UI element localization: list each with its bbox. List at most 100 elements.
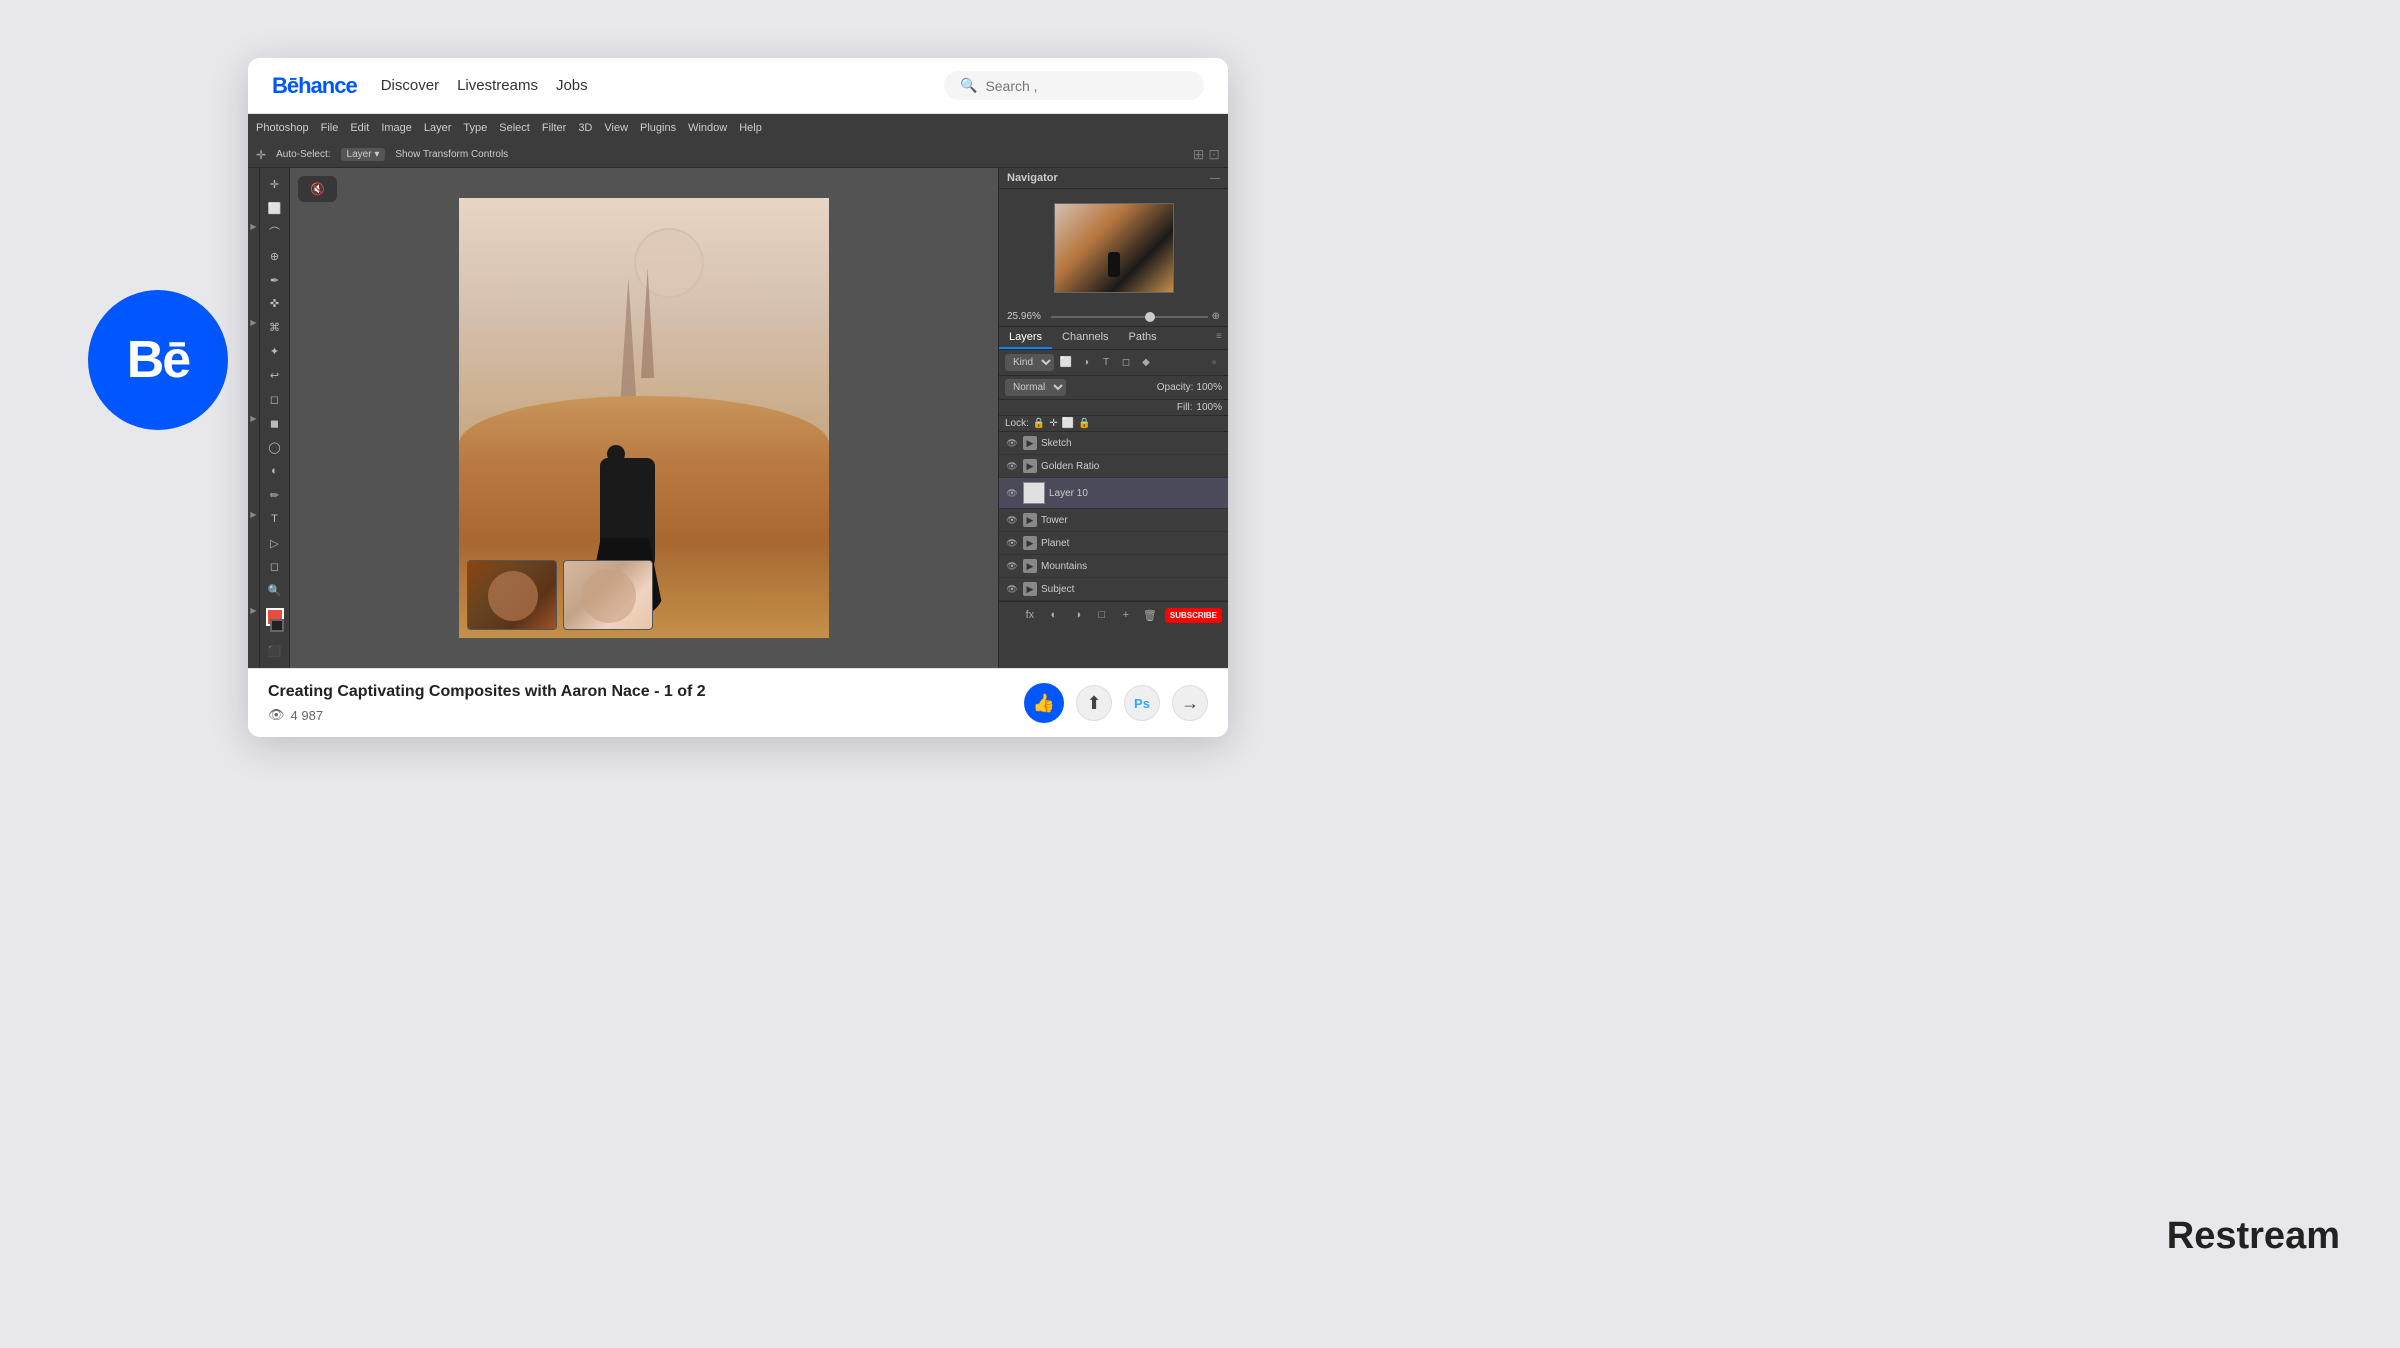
expand-btn-4[interactable]: ▶ (249, 509, 259, 519)
ps-menu-plugins[interactable]: Plugins (640, 122, 676, 134)
ps-menu-window[interactable]: Window (688, 122, 727, 134)
tab-paths[interactable]: Paths (1119, 327, 1167, 349)
layer-item-sketch[interactable]: 👁 ▶ Sketch (999, 432, 1228, 455)
fill-label: Fill: (1177, 402, 1193, 413)
ps-menu-edit[interactable]: Edit (350, 122, 369, 134)
layers-shape-icon[interactable]: ◻ (1118, 355, 1134, 371)
next-button[interactable]: → (1172, 685, 1208, 721)
ps-menu-help[interactable]: Help (739, 122, 762, 134)
ps-menu-file[interactable]: File (321, 122, 339, 134)
nav-livestreams[interactable]: Livestreams (457, 77, 538, 94)
yt-subscribe-btn[interactable]: SUBSCRIBE (1165, 608, 1222, 623)
layers-filter-toggle[interactable]: ● (1206, 355, 1222, 371)
like-button[interactable]: 👍 (1024, 683, 1064, 723)
layers-kind-select[interactable]: Kind (1005, 354, 1054, 371)
ps-menu-image[interactable]: Image (381, 122, 412, 134)
nav-search-bar[interactable]: 🔍 (944, 71, 1204, 100)
layers-bottom-bar: fx ◐ ◑ □ + 🗑 SUBSCRIBE (999, 601, 1228, 628)
layer-group-btn[interactable]: □ (1093, 606, 1111, 624)
tab-channels[interactable]: Channels (1052, 327, 1118, 349)
ps-menu-layer[interactable]: Layer (424, 122, 452, 134)
expand-btn-1[interactable]: ▶ (249, 221, 259, 231)
layer-visibility-layer10[interactable]: 👁 (1005, 486, 1019, 500)
navigator-close[interactable]: — (1210, 173, 1220, 184)
lock-icon[interactable]: 🔒 (1033, 418, 1045, 429)
layer-visibility-sketch[interactable]: 👁 (1005, 436, 1019, 450)
layer-delete-btn[interactable]: 🗑 (1141, 606, 1159, 624)
tool-pen[interactable]: ✏ (264, 485, 286, 506)
lock-move-icon[interactable]: ✛ (1049, 418, 1057, 429)
nav-jobs[interactable]: Jobs (556, 77, 588, 94)
tool-lasso[interactable]: ⌒ (264, 222, 286, 243)
tool-gradient[interactable]: ◼ (264, 413, 286, 434)
tool-brush[interactable]: ⌘ (264, 317, 286, 338)
layer-new-btn[interactable]: + (1117, 606, 1135, 624)
layer-visibility-golden[interactable]: 👁 (1005, 459, 1019, 473)
layer-name-tower: Tower (1041, 515, 1222, 526)
lock-artboard-icon[interactable]: ⬜ (1062, 418, 1074, 429)
tab-layers[interactable]: Layers (999, 327, 1052, 349)
tool-history-brush[interactable]: ↩ (264, 365, 286, 386)
navigator-header: Navigator — (999, 168, 1228, 189)
layer-visibility-planet[interactable]: 👁 (1005, 536, 1019, 550)
tool-eyedropper[interactable]: ✒ (264, 270, 286, 291)
ps-autoselect-dropdown[interactable]: Layer ▾ (341, 148, 386, 161)
layer-visibility-subject[interactable]: 👁 (1005, 582, 1019, 596)
photoshop-button[interactable]: Ps (1124, 685, 1160, 721)
nav-discover[interactable]: Discover (381, 77, 439, 94)
ps-menu-photoshop[interactable]: Photoshop (256, 122, 309, 134)
tool-select-rect[interactable]: ⬜ (264, 198, 286, 219)
layers-pixel-icon[interactable]: ⬜ (1058, 355, 1074, 371)
layers-panel: Layers Channels Paths ≡ Kind ⬜ ◑ T ◻ ◆ ● (999, 327, 1228, 668)
layer-item-tower[interactable]: 👁 ▶ Tower (999, 509, 1228, 532)
tool-shape[interactable]: ◻ (264, 557, 286, 578)
video-info-bar: Creating Captivating Composites with Aar… (248, 668, 1228, 737)
tool-background-color[interactable] (270, 619, 284, 633)
opacity-value[interactable]: 100% (1196, 382, 1222, 393)
layer-fx-btn[interactable]: fx (1021, 606, 1039, 624)
layers-text-icon[interactable]: T (1098, 355, 1114, 371)
share-button[interactable]: ⬆ (1076, 685, 1112, 721)
expand-btn-5[interactable]: ▶ (249, 605, 259, 615)
tool-blur[interactable]: ◯ (264, 437, 286, 458)
expand-btn-2[interactable]: ▶ (249, 317, 259, 327)
ps-menu-3d[interactable]: 3D (578, 122, 592, 134)
layer-item-mountains[interactable]: 👁 ▶ Mountains (999, 555, 1228, 578)
blend-mode-select[interactable]: Normal (1005, 379, 1066, 396)
layer-item-golden-ratio[interactable]: 👁 ▶ Golden Ratio (999, 455, 1228, 478)
behance-brand[interactable]: Bēhance (272, 73, 357, 99)
tool-dodge[interactable]: ◐ (264, 461, 286, 482)
layer-name-mountains: Mountains (1041, 561, 1222, 572)
layer-adjustment-btn[interactable]: ◑ (1069, 606, 1087, 624)
ps-menu-select[interactable]: Select (499, 122, 530, 134)
layer-visibility-tower[interactable]: 👁 (1005, 513, 1019, 527)
tool-screen-mode[interactable]: ⬛ (264, 641, 286, 662)
tool-path-select[interactable]: ▷ (264, 533, 286, 554)
tool-eraser[interactable]: ◻ (264, 389, 286, 410)
search-input[interactable] (985, 78, 1188, 94)
layer-item-layer10[interactable]: 👁 Layer 10 (999, 478, 1228, 509)
tool-zoom[interactable]: 🔍 (264, 580, 286, 601)
mute-button[interactable]: 🔇 (298, 176, 337, 202)
layer-mask-btn[interactable]: ◐ (1045, 606, 1063, 624)
ps-menu-view[interactable]: View (604, 122, 628, 134)
ps-menu-filter[interactable]: Filter (542, 122, 566, 134)
layer-item-planet[interactable]: 👁 ▶ Planet (999, 532, 1228, 555)
behance-logo[interactable]: Bē (88, 290, 228, 430)
layer-item-subject[interactable]: 👁 ▶ Subject (999, 578, 1228, 601)
lock-all-icon[interactable]: 🔒 (1078, 418, 1090, 429)
tool-clone[interactable]: ✦ (264, 341, 286, 362)
tool-text[interactable]: T (264, 509, 286, 530)
layers-smart-icon[interactable]: ◆ (1138, 355, 1154, 371)
expand-btn-3[interactable]: ▶ (249, 413, 259, 423)
tool-move[interactable]: ✛ (264, 174, 286, 195)
ps-options-bar: ✛ Auto-Select: Layer ▾ Show Transform Co… (248, 142, 1228, 168)
ps-menu-type[interactable]: Type (463, 122, 487, 134)
layers-adjustment-icon[interactable]: ◑ (1078, 355, 1094, 371)
layer-visibility-mountains[interactable]: 👁 (1005, 559, 1019, 573)
layers-panel-menu[interactable]: ≡ (1210, 327, 1228, 349)
tool-crop[interactable]: ⊕ (264, 246, 286, 267)
tool-heal[interactable]: ✜ (264, 294, 286, 315)
fill-value[interactable]: 100% (1196, 402, 1222, 413)
zoom-slider[interactable] (1051, 316, 1208, 318)
